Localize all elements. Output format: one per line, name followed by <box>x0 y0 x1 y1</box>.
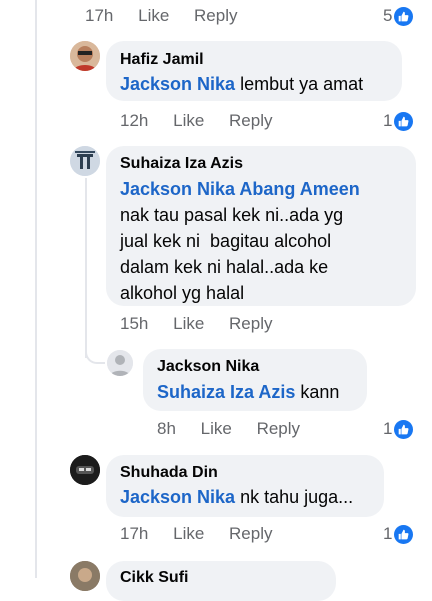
comment-text: Jackson Nika Abang Ameen nak tau pasal k… <box>120 176 410 306</box>
comment-meta: 12h Like Reply <box>120 111 293 131</box>
comment-body: kann <box>295 382 340 402</box>
like-button[interactable]: Like <box>173 524 204 543</box>
comment-text: Jackson Nika nk tahu juga... <box>120 484 353 510</box>
thumbs-up-icon <box>394 419 414 439</box>
reaction-number: 5 <box>383 6 393 25</box>
reply-button[interactable]: Reply <box>257 419 300 438</box>
reaction-count[interactable]: 1 <box>383 111 414 131</box>
thumbs-up-icon <box>394 524 414 544</box>
comment-author[interactable]: Shuhada Din <box>120 464 218 482</box>
comment-meta: 17h Like Reply <box>120 524 293 544</box>
thumbs-up-icon <box>394 6 414 26</box>
mention-link[interactable]: Jackson Nika <box>120 487 235 507</box>
avatar[interactable] <box>70 455 100 485</box>
reply-button[interactable]: Reply <box>229 314 272 333</box>
like-button[interactable]: Like <box>138 6 169 25</box>
reaction-number: 1 <box>383 419 393 438</box>
reply-button[interactable]: Reply <box>229 524 272 543</box>
comment-meta: 15h Like Reply <box>120 314 293 334</box>
comment-text: Jackson Nika lembut ya amat <box>120 71 363 97</box>
comment-meta: 8h Like Reply <box>157 419 320 439</box>
like-button[interactable]: Like <box>201 419 232 438</box>
comment-line: alkohol yg halal <box>120 283 245 303</box>
mention-link[interactable]: Suhaiza Iza Azis <box>157 382 295 402</box>
comment-author[interactable]: Jackson Nika <box>157 358 259 376</box>
mention-link[interactable]: Jackson Nika <box>120 74 235 94</box>
reaction-count[interactable]: 1 <box>383 524 414 544</box>
thread-line-main <box>35 0 37 578</box>
comment-time: 15h <box>120 314 149 333</box>
comment-author[interactable]: Suhaiza Iza Azis <box>120 155 243 173</box>
thread-line-reply-curve <box>85 340 105 364</box>
avatar[interactable] <box>70 561 100 591</box>
comment-time: 12h <box>120 111 149 130</box>
thumbs-up-icon <box>394 111 414 131</box>
comment-author[interactable]: Cikk Sufi <box>120 569 188 587</box>
like-button[interactable]: Like <box>173 314 204 333</box>
avatar[interactable] <box>70 41 100 71</box>
comment-author[interactable]: Hafiz Jamil <box>120 51 204 69</box>
mention-link[interactable]: Jackson Nika Abang Ameen <box>120 176 410 202</box>
comment-line: jual kek ni bagitau alcohol <box>120 231 332 251</box>
thread-line-reply <box>85 178 87 358</box>
reaction-number: 1 <box>383 524 393 543</box>
avatar[interactable] <box>70 146 100 176</box>
comment-body: lembut ya amat <box>235 74 364 94</box>
comment-time: 8h <box>157 419 176 438</box>
comment-body: nk tahu juga... <box>235 487 354 507</box>
comment-meta-top: 17h Like Reply <box>85 6 258 26</box>
reply-button[interactable]: Reply <box>229 111 272 130</box>
comment-text: Suhaiza Iza Azis kann <box>157 379 339 405</box>
like-button[interactable]: Like <box>173 111 204 130</box>
reaction-number: 1 <box>383 111 393 130</box>
reaction-count[interactable]: 5 <box>383 6 414 26</box>
comment-line: dalam kek ni halal..ada ke <box>120 257 329 277</box>
avatar[interactable] <box>107 350 133 376</box>
reaction-count[interactable]: 1 <box>383 419 414 439</box>
comment-time: 17h <box>120 524 149 543</box>
reply-button[interactable]: Reply <box>194 6 237 25</box>
comment-line: nak tau pasal kek ni..ada yg <box>120 205 344 225</box>
comment-time: 17h <box>85 6 114 25</box>
